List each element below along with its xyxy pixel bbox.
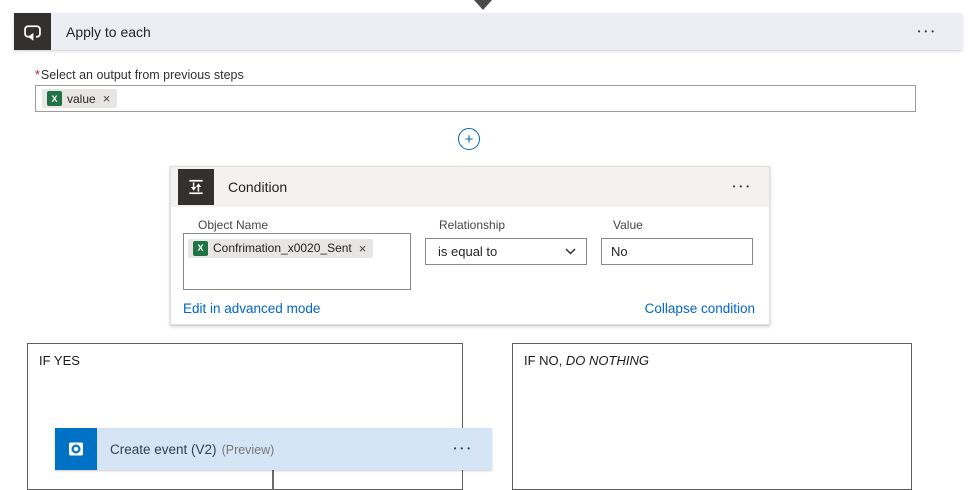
apply-to-each-loop-icon bbox=[14, 13, 51, 50]
if-no-branch: IF NO, DO NOTHING bbox=[512, 343, 912, 490]
if-no-label: IF NO, DO NOTHING bbox=[524, 353, 649, 368]
excel-icon: X bbox=[47, 91, 62, 106]
object-name-token-label: Confrimation_x0020_Sent bbox=[213, 241, 352, 255]
relationship-selected-value: is equal to bbox=[438, 244, 497, 259]
flow-designer-canvas: Apply to each ••• *Select an output from… bbox=[0, 0, 976, 490]
create-event-title: Create event (V2) (Preview) bbox=[110, 442, 274, 457]
required-asterisk: * bbox=[35, 68, 40, 82]
value-token-label: value bbox=[67, 92, 96, 106]
if-no-label-emphasis: DO NOTHING bbox=[566, 353, 649, 368]
select-output-label: *Select an output from previous steps bbox=[35, 68, 244, 82]
create-event-card[interactable]: Create event (V2) (Preview) ••• bbox=[55, 428, 492, 470]
remove-token-icon[interactable]: × bbox=[103, 92, 111, 105]
condition-title: Condition bbox=[228, 179, 287, 195]
object-name-field[interactable]: X Confrimation_x0020_Sent × bbox=[183, 233, 411, 290]
create-event-title-text: Create event (V2) bbox=[110, 442, 217, 457]
connector-line bbox=[272, 470, 274, 490]
apply-to-each-more-options-icon[interactable]: ••• bbox=[918, 28, 938, 36]
apply-to-each-title: Apply to each bbox=[66, 24, 151, 40]
apply-to-each-output-input[interactable]: X value × bbox=[35, 85, 916, 112]
outlook-calendar-icon bbox=[55, 428, 97, 470]
relationship-label: Relationship bbox=[439, 218, 505, 232]
plus-icon: + bbox=[465, 132, 474, 147]
insert-step-button[interactable]: + bbox=[458, 128, 480, 150]
value-label: Value bbox=[613, 218, 643, 232]
condition-more-options-icon[interactable]: ••• bbox=[733, 183, 753, 191]
chevron-down-icon bbox=[565, 248, 576, 255]
condition-footer: Edit in advanced mode Collapse condition bbox=[183, 301, 755, 316]
connector-arrow-icon bbox=[474, 0, 492, 10]
preview-badge: (Preview) bbox=[222, 443, 275, 457]
if-no-label-prefix: IF NO, bbox=[524, 353, 566, 368]
value-token[interactable]: X value × bbox=[42, 89, 117, 108]
condition-header[interactable]: Condition ••• bbox=[171, 167, 769, 207]
object-name-token[interactable]: X Confrimation_x0020_Sent × bbox=[188, 239, 373, 258]
apply-to-each-header[interactable]: Apply to each ••• bbox=[14, 13, 962, 50]
excel-icon: X bbox=[193, 241, 208, 256]
condition-value-input[interactable] bbox=[601, 238, 753, 265]
object-name-label: Object Name bbox=[198, 218, 268, 232]
relationship-select[interactable]: is equal to bbox=[425, 238, 587, 265]
create-event-more-options-icon[interactable]: ••• bbox=[454, 445, 474, 453]
edit-advanced-mode-link[interactable]: Edit in advanced mode bbox=[183, 301, 320, 316]
condition-card: Condition ••• Object Name Relationship V… bbox=[170, 166, 770, 325]
if-yes-label: IF YES bbox=[39, 353, 80, 368]
select-output-label-text: Select an output from previous steps bbox=[41, 68, 244, 82]
remove-token-icon[interactable]: × bbox=[359, 242, 367, 255]
condition-icon bbox=[178, 169, 214, 205]
collapse-condition-link[interactable]: Collapse condition bbox=[645, 301, 755, 316]
